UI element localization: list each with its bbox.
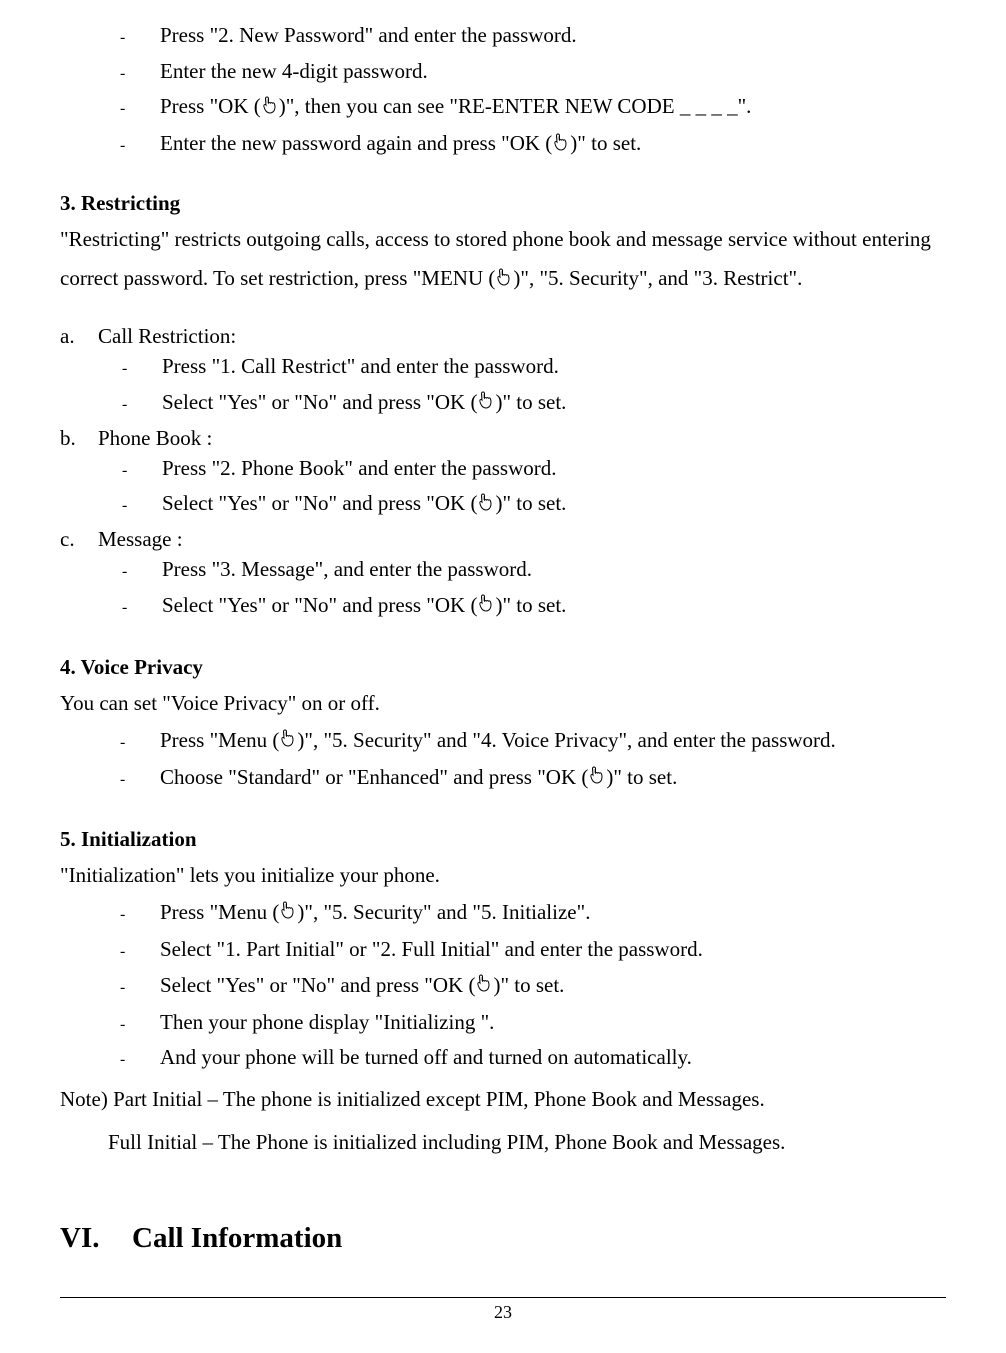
letter-marker: b.	[60, 426, 98, 451]
lettered-item: a.Call Restriction:	[60, 324, 946, 349]
section-4-heading: 4. Voice Privacy	[60, 655, 946, 680]
section-3-items: a.Call Restriction:-Press "1. Call Restr…	[60, 324, 946, 625]
list-item: -Then your phone display "Initializing "…	[60, 1005, 946, 1041]
letter-marker: c.	[60, 527, 98, 552]
dash-marker: -	[120, 1051, 160, 1069]
list-item-text: Select "Yes" or "No" and press "OK ()" t…	[160, 968, 946, 1005]
dash-marker: -	[120, 29, 160, 47]
list-item-text: Press "2. New Password" and enter the pa…	[160, 18, 946, 54]
list-item: -Choose "Standard" or "Enhanced" and pre…	[60, 760, 946, 797]
section-5-subs: -Press "Menu ()", "5. Security" and "5. …	[60, 895, 946, 1076]
list-item: -Select "Yes" or "No" and press "OK ()" …	[60, 968, 946, 1005]
list-item: -Press "Menu ()", "5. Security" and "5. …	[60, 895, 946, 932]
list-item: -And your phone will be turned off and t…	[60, 1040, 946, 1076]
dash-marker: -	[122, 563, 162, 581]
pointer-icon	[552, 128, 570, 164]
list-item-text: Select "1. Part Initial" or "2. Full Ini…	[160, 932, 946, 968]
lettered-item: b.Phone Book :	[60, 426, 946, 451]
list-item-text: And your phone will be turned off and tu…	[160, 1040, 946, 1076]
pointer-icon	[477, 589, 495, 625]
list-item: -Press "3. Message", and enter the passw…	[60, 552, 946, 588]
list-item-text: Select "Yes" or "No" and press "OK ()" t…	[162, 385, 946, 422]
section-5-note1: Note) Part Initial – The phone is initia…	[60, 1080, 946, 1119]
list-item-text: Press "OK ()", then you can see "RE-ENTE…	[160, 89, 946, 126]
dash-marker: -	[120, 771, 160, 789]
page-number: 23	[60, 1302, 946, 1323]
pointer-icon	[477, 488, 495, 524]
dash-marker: -	[120, 943, 160, 961]
section-5-note2: Full Initial – The Phone is initialized …	[60, 1123, 946, 1162]
lettered-item-label: Message :	[98, 527, 183, 552]
list-item: -Select "1. Part Initial" or "2. Full In…	[60, 932, 946, 968]
list-item-text: Press "Menu ()", "5. Security" and "5. I…	[160, 895, 946, 932]
list-item: -Press "2. New Password" and enter the p…	[60, 18, 946, 54]
dash-marker: -	[122, 396, 162, 414]
pointer-icon	[495, 261, 513, 300]
pointer-icon	[588, 761, 606, 797]
list-item-text: Then your phone display "Initializing ".	[160, 1005, 946, 1041]
lettered-item-label: Phone Book :	[98, 426, 212, 451]
list-item-text: Enter the new 4-digit password.	[160, 54, 946, 90]
section-4-subs: -Press "Menu ()", "5. Security" and "4. …	[60, 723, 946, 797]
list-item-text: Choose "Standard" or "Enhanced" and pres…	[160, 760, 946, 797]
pointer-icon	[477, 386, 495, 422]
dash-marker: -	[122, 360, 162, 378]
dash-marker: -	[120, 1016, 160, 1034]
chapter-heading: VI. Call Information	[60, 1222, 946, 1255]
section-4-body: You can set "Voice Privacy" on or off.	[60, 684, 946, 723]
list-item: -Enter the new password again and press …	[60, 126, 946, 163]
list-item-text: Select "Yes" or "No" and press "OK ()" t…	[162, 588, 946, 625]
dash-marker: -	[122, 599, 162, 617]
list-item-text: Select "Yes" or "No" and press "OK ()" t…	[162, 486, 946, 523]
list-item: -Press "2. Phone Book" and enter the pas…	[60, 451, 946, 487]
list-item: -Press "OK ()", then you can see "RE-ENT…	[60, 89, 946, 126]
dash-marker: -	[120, 100, 160, 118]
page-footer: 23	[60, 1297, 946, 1323]
dash-marker: -	[120, 65, 160, 83]
dash-marker: -	[122, 462, 162, 480]
list-item: -Select "Yes" or "No" and press "OK ()" …	[60, 588, 946, 625]
list-item-text: Enter the new password again and press "…	[160, 126, 946, 163]
dash-marker: -	[122, 497, 162, 515]
list-item: -Select "Yes" or "No" and press "OK ()" …	[60, 486, 946, 523]
section-3-heading: 3. Restricting	[60, 191, 946, 216]
dash-marker: -	[120, 979, 160, 997]
letter-marker: a.	[60, 324, 98, 349]
chapter-number: VI.	[60, 1222, 132, 1255]
document-page: -Press "2. New Password" and enter the p…	[0, 0, 1006, 1353]
dash-marker: -	[120, 906, 160, 924]
dash-marker: -	[120, 734, 160, 752]
section-3-body: "Restricting" restricts outgoing calls, …	[60, 220, 946, 299]
pointer-icon	[279, 724, 297, 760]
section-5-body: "Initialization" lets you initialize you…	[60, 856, 946, 895]
list-item: -Select "Yes" or "No" and press "OK ()" …	[60, 385, 946, 422]
chapter-title: Call Information	[132, 1222, 342, 1255]
list-item-text: Press "3. Message", and enter the passwo…	[162, 552, 946, 588]
lettered-item-label: Call Restriction:	[98, 324, 236, 349]
pointer-icon	[261, 91, 279, 127]
list-item: -Press "1. Call Restrict" and enter the …	[60, 349, 946, 385]
lettered-item: c.Message :	[60, 527, 946, 552]
list-item: -Press "Menu ()", "5. Security" and "4. …	[60, 723, 946, 760]
pointer-icon	[279, 896, 297, 932]
list-item-text: Press "2. Phone Book" and enter the pass…	[162, 451, 946, 487]
list-item-text: Press "1. Call Restrict" and enter the p…	[162, 349, 946, 385]
dash-marker: -	[120, 137, 160, 155]
list-item: -Enter the new 4-digit password.	[60, 54, 946, 90]
list-item-text: Press "Menu ()", "5. Security" and "4. V…	[160, 723, 946, 760]
intro-dash-list: -Press "2. New Password" and enter the p…	[60, 18, 946, 163]
footer-rule	[60, 1297, 946, 1298]
section-5-heading: 5. Initialization	[60, 827, 946, 852]
pointer-icon	[475, 969, 493, 1005]
